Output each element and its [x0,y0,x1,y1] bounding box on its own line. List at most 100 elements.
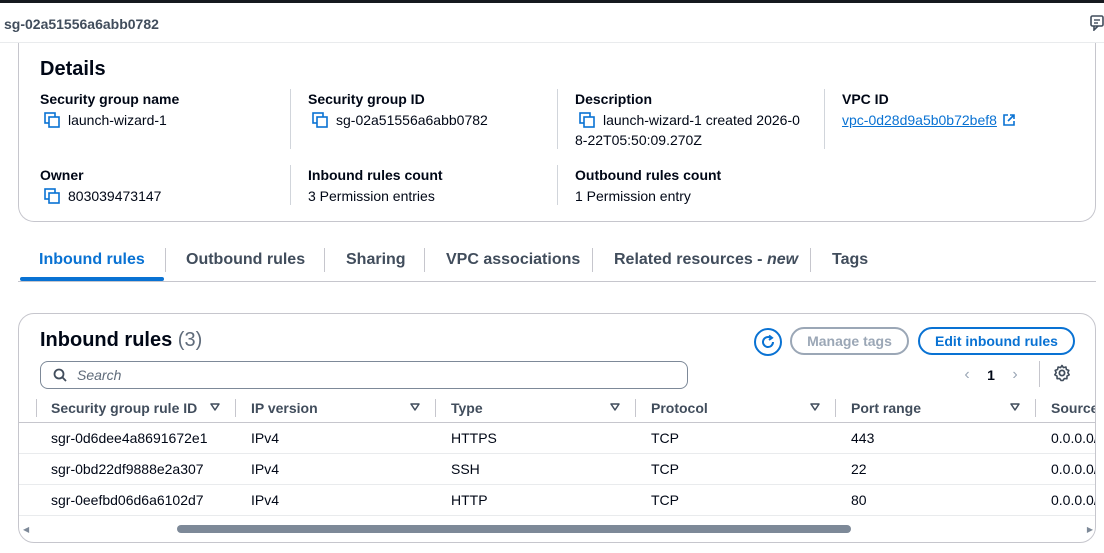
cell-ip-version: IPv4 [251,430,280,446]
field-label: Security group ID [308,91,425,107]
cell-type: SSH [451,461,480,477]
cell-protocol: TCP [651,492,679,508]
column-header-rule-id[interactable]: Security group rule ID [51,393,197,423]
scroll-left-icon[interactable]: ◀ [23,525,29,534]
cell-source: 0.0.0.0/0 [1051,492,1095,508]
column-separator [635,399,636,417]
field-description: Description launch-wizard-1 created 2026… [575,90,815,150]
horizontal-scrollbar[interactable]: ◀ ▶ [19,522,1095,536]
chevron-left-icon[interactable]: ‹ [955,366,979,384]
field-label: Inbound rules count [308,167,443,183]
copy-icon[interactable] [44,188,60,204]
tab-related-resources[interactable]: Related resources - new [614,238,798,282]
column-divider [557,165,558,205]
inbound-rules-panel: Inbound rules (3) Manage tags Edit inbou… [18,313,1096,543]
scroll-right-icon[interactable]: ▶ [1087,525,1093,534]
cell-source: 0.0.0.0/0 [1051,461,1095,477]
page-header: sg-02a51556a6abb0782 [0,3,1104,43]
field-value: 3 Permission entries [308,188,435,204]
refresh-icon [762,334,775,348]
search-icon [53,368,67,382]
field-value: launch-wizard-1 [68,112,167,128]
sort-icon[interactable] [410,403,420,411]
column-divider [290,165,291,205]
tab-outbound-rules[interactable]: Outbound rules [186,238,305,282]
column-header-ip-version[interactable]: IP version [251,393,318,423]
field-security-group-name: Security group name launch-wizard-1 [40,90,179,130]
tab-separator [592,248,593,272]
cell-port-range: 443 [851,430,875,446]
cell-ip-version: IPv4 [251,492,280,508]
field-value: launch-wizard-1 created 2026-0 8-22T05:5… [575,112,800,148]
column-header-port-range[interactable]: Port range [851,393,921,423]
manage-tags-button[interactable]: Manage tags [790,327,909,355]
field-value: 803039473147 [68,188,162,204]
feedback-icon[interactable] [1090,15,1104,31]
sort-icon[interactable] [810,403,820,411]
column-separator [835,399,836,417]
field-owner: Owner 803039473147 [40,166,161,206]
search-input[interactable]: Search [40,361,688,389]
field-vpc-id: VPC ID vpc-0d28d9a5b0b72bef8 [842,90,1015,130]
table-row[interactable]: sgr-0eefbd06d6a6102d7 IPv4 HTTP TCP 80 0… [19,485,1095,516]
field-value: sg-02a51556a6abb0782 [336,112,488,128]
field-value: 1 Permission entry [575,188,691,204]
cell-source: 0.0.0.0/0 [1051,430,1095,446]
sort-icon[interactable] [610,403,620,411]
copy-icon[interactable] [579,112,595,128]
tab-vpc-associations[interactable]: VPC associations [446,238,580,282]
cell-protocol: TCP [651,430,679,446]
cell-port-range: 80 [851,492,867,508]
pager-separator [1039,361,1040,387]
table-header: Security group rule ID IP version Type P… [19,393,1095,423]
column-separator [435,399,436,417]
gear-icon[interactable] [1053,364,1071,382]
page-number[interactable]: 1 [979,367,1003,383]
column-header-type[interactable]: Type [451,393,483,423]
details-title: Details [40,58,106,80]
vpc-id-link[interactable]: vpc-0d28d9a5b0b72bef8 [842,110,997,130]
cell-rule-id: sgr-0eefbd06d6a6102d7 [51,492,204,508]
page-title: sg-02a51556a6abb0782 [4,16,159,32]
cell-rule-id: sgr-0d6dee4a8691672e1 [51,430,208,446]
field-security-group-id: Security group ID sg-02a51556a6abb0782 [308,90,488,130]
scrollbar-thumb[interactable] [177,525,851,533]
copy-icon[interactable] [312,112,328,128]
column-header-source[interactable]: Source [1051,393,1095,423]
field-label: Security group name [40,91,180,107]
chevron-right-icon[interactable]: › [1003,366,1027,384]
cell-port-range: 22 [851,461,867,477]
details-panel: Details Security group name launch-wizar… [18,43,1096,222]
inbound-rules-title: Inbound rules (3) [40,329,203,351]
cell-type: HTTP [451,492,488,508]
column-separator [1035,399,1036,417]
search-placeholder: Search [77,367,122,383]
column-divider [824,89,825,149]
field-label: VPC ID [842,91,889,107]
refresh-button[interactable] [754,328,782,356]
tab-inbound-rules[interactable]: Inbound rules [39,238,145,282]
tab-separator [165,248,166,272]
field-label: Outbound rules count [575,167,722,183]
new-badge: new [766,251,799,268]
external-link-icon[interactable] [1003,114,1015,126]
tab-tags[interactable]: Tags [832,238,868,282]
tab-bar: Inbound rules Outbound rules Sharing VPC… [18,238,1096,282]
copy-icon[interactable] [44,112,60,128]
active-tab-indicator [20,277,164,281]
field-outbound-rules-count: Outbound rules count 1 Permission entry [575,166,721,206]
edit-inbound-rules-button[interactable]: Edit inbound rules [918,327,1075,355]
sort-icon[interactable] [1010,403,1020,411]
field-label: Owner [40,167,84,183]
column-separator [235,399,236,417]
tab-separator [424,248,425,272]
sort-icon[interactable] [210,403,220,411]
table-row[interactable]: sgr-0bd22df9888e2a307 IPv4 SSH TCP 22 0.… [19,454,1095,485]
column-divider [557,89,558,149]
table-row[interactable]: sgr-0d6dee4a8691672e1 IPv4 HTTPS TCP 443… [19,423,1095,454]
tab-separator [324,248,325,272]
pagination: ‹ 1 › [955,363,1027,387]
column-header-protocol[interactable]: Protocol [651,393,708,423]
tab-sharing[interactable]: Sharing [346,238,406,282]
field-label: Description [575,91,653,107]
